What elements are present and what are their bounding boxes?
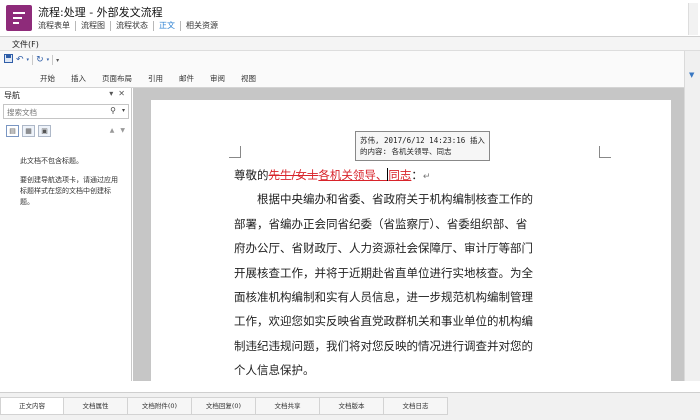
ribbon-tab-review[interactable]: 审阅 bbox=[210, 73, 225, 84]
bottom-tab-sharing[interactable]: 文档共享 bbox=[256, 397, 320, 415]
browse-headings-icon[interactable]: ▤ bbox=[6, 125, 19, 137]
file-menu[interactable]: 文件(F) bbox=[12, 39, 39, 50]
ribbon-tab-page-layout[interactable]: 页面布局 bbox=[102, 73, 132, 84]
previous-icon[interactable]: ▲ bbox=[110, 127, 115, 134]
browse-results-icon[interactable]: ▣ bbox=[38, 125, 51, 137]
close-icon[interactable]: ✕ bbox=[118, 89, 125, 98]
bottom-tab-versions[interactable]: 文档版本 bbox=[320, 397, 384, 415]
search-options-icon[interactable]: ▾ bbox=[122, 107, 125, 114]
revision-tooltip: 苏伟, 2017/6/12 14:23:16 插入 的内容: 各机关领导、同志 bbox=[355, 131, 490, 161]
quick-access-toolbar: ↶ ▾ ↻ ▾ ▾ bbox=[4, 54, 59, 66]
document-area: 苏伟, 2017/6/12 14:23:16 插入 的内容: 各机关领导、同志 … bbox=[133, 88, 684, 381]
salutation-line: 尊敬的先生/女士各机关领导、同志：↵ bbox=[234, 163, 604, 187]
redo-dropdown-icon[interactable]: ▾ bbox=[47, 57, 50, 63]
body-line: 开展核查工作，并将于近期赴省直单位进行实地核查。为全 bbox=[234, 265, 533, 280]
redo-icon[interactable]: ↻ bbox=[36, 55, 44, 65]
nav-message-instructions: 要创建导航选项卡，请通过应用标题样式在您的文档中创建标题。 bbox=[20, 176, 118, 206]
salutation-suffix: ： bbox=[411, 168, 423, 182]
deleted-text: 先生/女士 bbox=[268, 168, 319, 182]
revision-tooltip-line: 的内容: 各机关领导、同志 bbox=[360, 147, 452, 156]
bottom-tab-properties[interactable]: 文档属性 bbox=[64, 397, 128, 415]
nav-pane-title: 导航 bbox=[4, 91, 20, 100]
nav-pane-controls: ▾ ✕ bbox=[109, 89, 125, 98]
undo-icon[interactable]: ↶ bbox=[16, 55, 24, 65]
header-scrollbar[interactable] bbox=[688, 3, 698, 35]
bottom-tab-content[interactable]: 正文内容 bbox=[0, 397, 64, 415]
bottom-tab-attachments[interactable]: 文档附件(0) bbox=[128, 397, 192, 415]
browse-pages-icon[interactable]: ▦ bbox=[22, 125, 35, 137]
undo-dropdown-icon[interactable]: ▾ bbox=[27, 57, 30, 63]
document-body[interactable]: 尊敬的先生/女士各机关领导、同志：↵ 根据中央编办和省委、省政府关于机构编制核查… bbox=[234, 163, 604, 381]
inserted-text: 同志 bbox=[388, 168, 412, 182]
ribbon-tab-mailings[interactable]: 邮件 bbox=[179, 73, 194, 84]
tab-flow-status[interactable]: 流程状态 bbox=[110, 21, 153, 31]
nav-pane-dropdown-icon[interactable]: ▾ bbox=[109, 89, 113, 98]
tab-form[interactable]: 流程表单 bbox=[38, 21, 75, 31]
ribbon-tab-references[interactable]: 引用 bbox=[148, 73, 163, 84]
ribbon-tab-insert[interactable]: 插入 bbox=[71, 73, 86, 84]
margin-corner-mark bbox=[599, 146, 611, 158]
save-icon[interactable] bbox=[4, 54, 13, 66]
tab-related-resources[interactable]: 相关资源 bbox=[180, 21, 223, 31]
ribbon-tab-view[interactable]: 视图 bbox=[241, 73, 256, 84]
spacer bbox=[0, 381, 700, 392]
app-window: 流程:处理 - 外部发文流程 流程表单 流程图 流程状态 正文 相关资源 文件(… bbox=[0, 0, 700, 420]
ribbon-tab-home[interactable]: 开始 bbox=[40, 73, 55, 84]
tab-body-text[interactable]: 正文 bbox=[153, 21, 180, 31]
nav-search-input[interactable]: 搜索文档 ⚲ ▾ bbox=[3, 104, 129, 119]
customize-toolbar-icon[interactable]: ▾ bbox=[56, 57, 59, 64]
toolbar-separator bbox=[52, 55, 54, 65]
nav-arrows: ▲ ▼ bbox=[110, 127, 125, 134]
salutation-prefix: 尊敬的 bbox=[234, 168, 269, 182]
body-line: 部署，省编办正会同省纪委（省监察厅）、省委组织部、省 bbox=[234, 216, 528, 231]
document-page[interactable]: 苏伟, 2017/6/12 14:23:16 插入 的内容: 各机关领导、同志 … bbox=[151, 100, 671, 381]
navigation-pane: 导航 ▾ ✕ 搜索文档 ⚲ ▾ ▤ ▦ ▣ ▲ ▼ 此文档不包含标题。 要创建导… bbox=[0, 88, 132, 381]
file-menu-bar: 文件(F) bbox=[0, 37, 700, 51]
app-header: 流程:处理 - 外部发文流程 流程表单 流程图 流程状态 正文 相关资源 bbox=[0, 0, 700, 37]
next-icon[interactable]: ▼ bbox=[120, 127, 125, 134]
margin-corner-mark bbox=[229, 146, 241, 158]
bottom-tab-replies[interactable]: 文档回复(0) bbox=[192, 397, 256, 415]
flow-logo-icon bbox=[6, 5, 32, 31]
inserted-text: 各机关领导、 bbox=[318, 168, 388, 182]
paragraph-mark-icon: ↵ bbox=[422, 172, 431, 182]
bottom-tab-bar: 正文内容 文档属性 文档附件(0) 文档回复(0) 文档共享 文档版本 文档日志 bbox=[0, 392, 700, 420]
body-line: 制违纪违规问题，我们将对您反映的情况进行调查并对您的 bbox=[234, 338, 533, 353]
nav-search-placeholder: 搜索文档 bbox=[7, 108, 37, 117]
body-line: 个人信息保护。 bbox=[234, 363, 315, 378]
nav-empty-message: 此文档不包含标题。 要创建导航选项卡，请通过应用标题样式在您的文档中创建标题。 bbox=[20, 156, 120, 216]
ribbon-tabs: 开始 插入 页面布局 引用 邮件 审阅 视图 bbox=[40, 73, 256, 84]
tab-flowchart[interactable]: 流程图 bbox=[75, 21, 110, 31]
search-icon[interactable]: ⚲ bbox=[110, 106, 116, 115]
outer-scrollbar[interactable]: ▼ bbox=[684, 51, 700, 381]
ribbon: ↶ ▾ ↻ ▾ ▾ 开始 插入 页面布局 引用 邮件 审阅 视图 bbox=[0, 51, 684, 88]
revision-tooltip-line: 苏伟, 2017/6/12 14:23:16 插入 bbox=[360, 136, 485, 145]
bottom-tabs: 正文内容 文档属性 文档附件(0) 文档回复(0) 文档共享 文档版本 文档日志 bbox=[0, 397, 448, 415]
body-line: 根据中央编办和省委、省政府关于机构编制核查工作的 bbox=[257, 192, 533, 207]
body-line: 工作，欢迎您如实反映省直党政群机关和事业单位的机构编 bbox=[234, 314, 533, 329]
scroll-down-icon[interactable]: ▼ bbox=[689, 71, 694, 79]
page-title: 流程:处理 - 外部发文流程 bbox=[38, 6, 163, 19]
nav-view-buttons: ▤ ▦ ▣ bbox=[6, 125, 51, 137]
bottom-tab-log[interactable]: 文档日志 bbox=[384, 397, 448, 415]
body-line: 面核准机构编制和实有人员信息，进一步规范机构编制管理 bbox=[234, 289, 533, 304]
body-line: 府办公厅、省财政厅、人力资源社会保障厅、审计厅等部门 bbox=[234, 241, 533, 256]
toolbar-separator bbox=[32, 55, 34, 65]
header-tabs: 流程表单 流程图 流程状态 正文 相关资源 bbox=[38, 21, 223, 31]
nav-message-no-headings: 此文档不包含标题。 bbox=[20, 157, 83, 165]
